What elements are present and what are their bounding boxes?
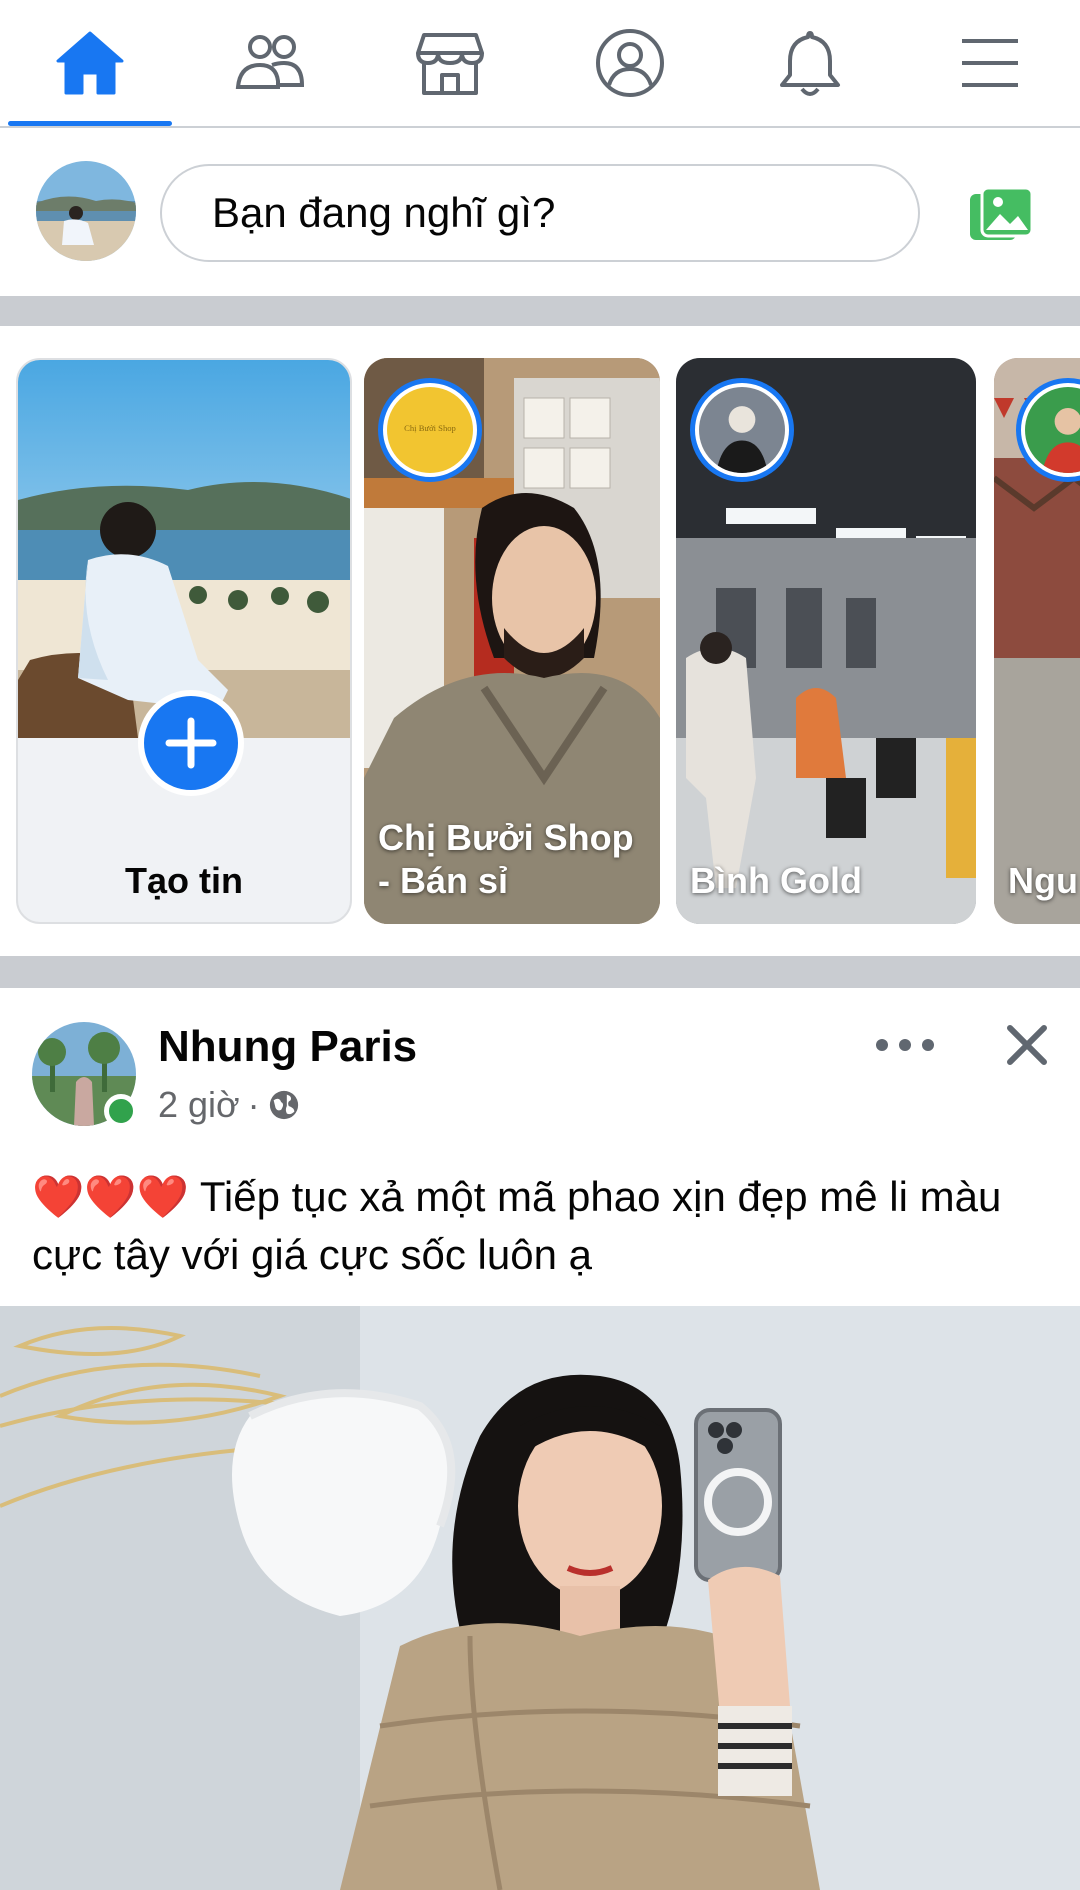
post-more-button[interactable]: [876, 1030, 934, 1060]
top-navigation-bar: [0, 0, 1080, 128]
create-story-label: Tạo tin: [125, 860, 243, 901]
tab-marketplace[interactable]: [360, 0, 540, 126]
photo-icon: [970, 186, 1034, 240]
meta-separator: ·: [247, 1084, 260, 1125]
svg-text:Chị Bưởi Shop: Chị Bưởi Shop: [404, 423, 456, 433]
story-name: Bình Gold: [690, 859, 862, 901]
close-icon: [1007, 1025, 1047, 1065]
notifications-icon: [780, 31, 840, 96]
story-card-binh-gold[interactable]: Bình Gold: [676, 358, 976, 924]
home-icon: [56, 31, 124, 95]
feed-post: Nhung Paris 2 giờ · ❤️❤️❤️ Tiếp tục xả m…: [0, 988, 1080, 1890]
post-author-name[interactable]: Nhung Paris: [158, 1022, 417, 1072]
globe-icon: [269, 1090, 298, 1120]
more-icon: [876, 1039, 888, 1051]
story-avatar: Chị Bưởi Shop: [378, 378, 482, 482]
story-name: Chị Bưởi Shop - Bán sỉ: [378, 817, 634, 901]
post-hearts: ❤️❤️❤️: [32, 1173, 189, 1220]
story-avatar: [690, 378, 794, 482]
post-meta: 2 giờ ·: [158, 1084, 300, 1126]
tab-home[interactable]: [0, 0, 180, 126]
stories-tray: Tạo tin Chị Bưởi Shop Chị Bưởi Shop - Bá…: [0, 326, 1080, 956]
tab-notifications[interactable]: [720, 0, 900, 126]
online-status-dot: [104, 1094, 138, 1128]
post-photo[interactable]: [0, 1306, 1080, 1890]
composer-input[interactable]: Bạn đang nghĩ gì?: [160, 164, 920, 262]
profile-icon: [596, 29, 664, 97]
create-story-plus-button[interactable]: [138, 690, 244, 796]
friends-icon: [235, 35, 305, 89]
section-divider: [0, 956, 1080, 988]
tab-menu[interactable]: [900, 0, 1080, 126]
photo-button[interactable]: [966, 186, 1036, 246]
post-message: ❤️❤️❤️ Tiếp tục xả một mã phao xịn đẹp m…: [32, 1168, 1032, 1284]
my-avatar[interactable]: [36, 161, 136, 261]
post-hide-button[interactable]: [1004, 1022, 1050, 1068]
menu-icon: [962, 39, 1018, 87]
story-card-chi-buoi-shop[interactable]: Chị Bưởi Shop Chị Bưởi Shop - Bán sỉ: [364, 358, 660, 924]
marketplace-icon: [416, 33, 484, 95]
tab-profile[interactable]: [540, 0, 720, 126]
story-name: Ngu: [1008, 859, 1078, 901]
section-divider: [0, 296, 1080, 326]
composer-placeholder: Bạn đang nghĩ gì?: [212, 189, 556, 236]
create-story-card[interactable]: Tạo tin: [16, 358, 352, 924]
post-timestamp[interactable]: 2 giờ: [158, 1084, 240, 1126]
tab-friends[interactable]: [180, 0, 360, 126]
story-card-partial[interactable]: Ngu: [994, 358, 1080, 924]
plus-icon: [165, 717, 217, 769]
create-story-photo: [18, 360, 350, 738]
post-composer: Bạn đang nghĩ gì?: [0, 128, 1080, 296]
